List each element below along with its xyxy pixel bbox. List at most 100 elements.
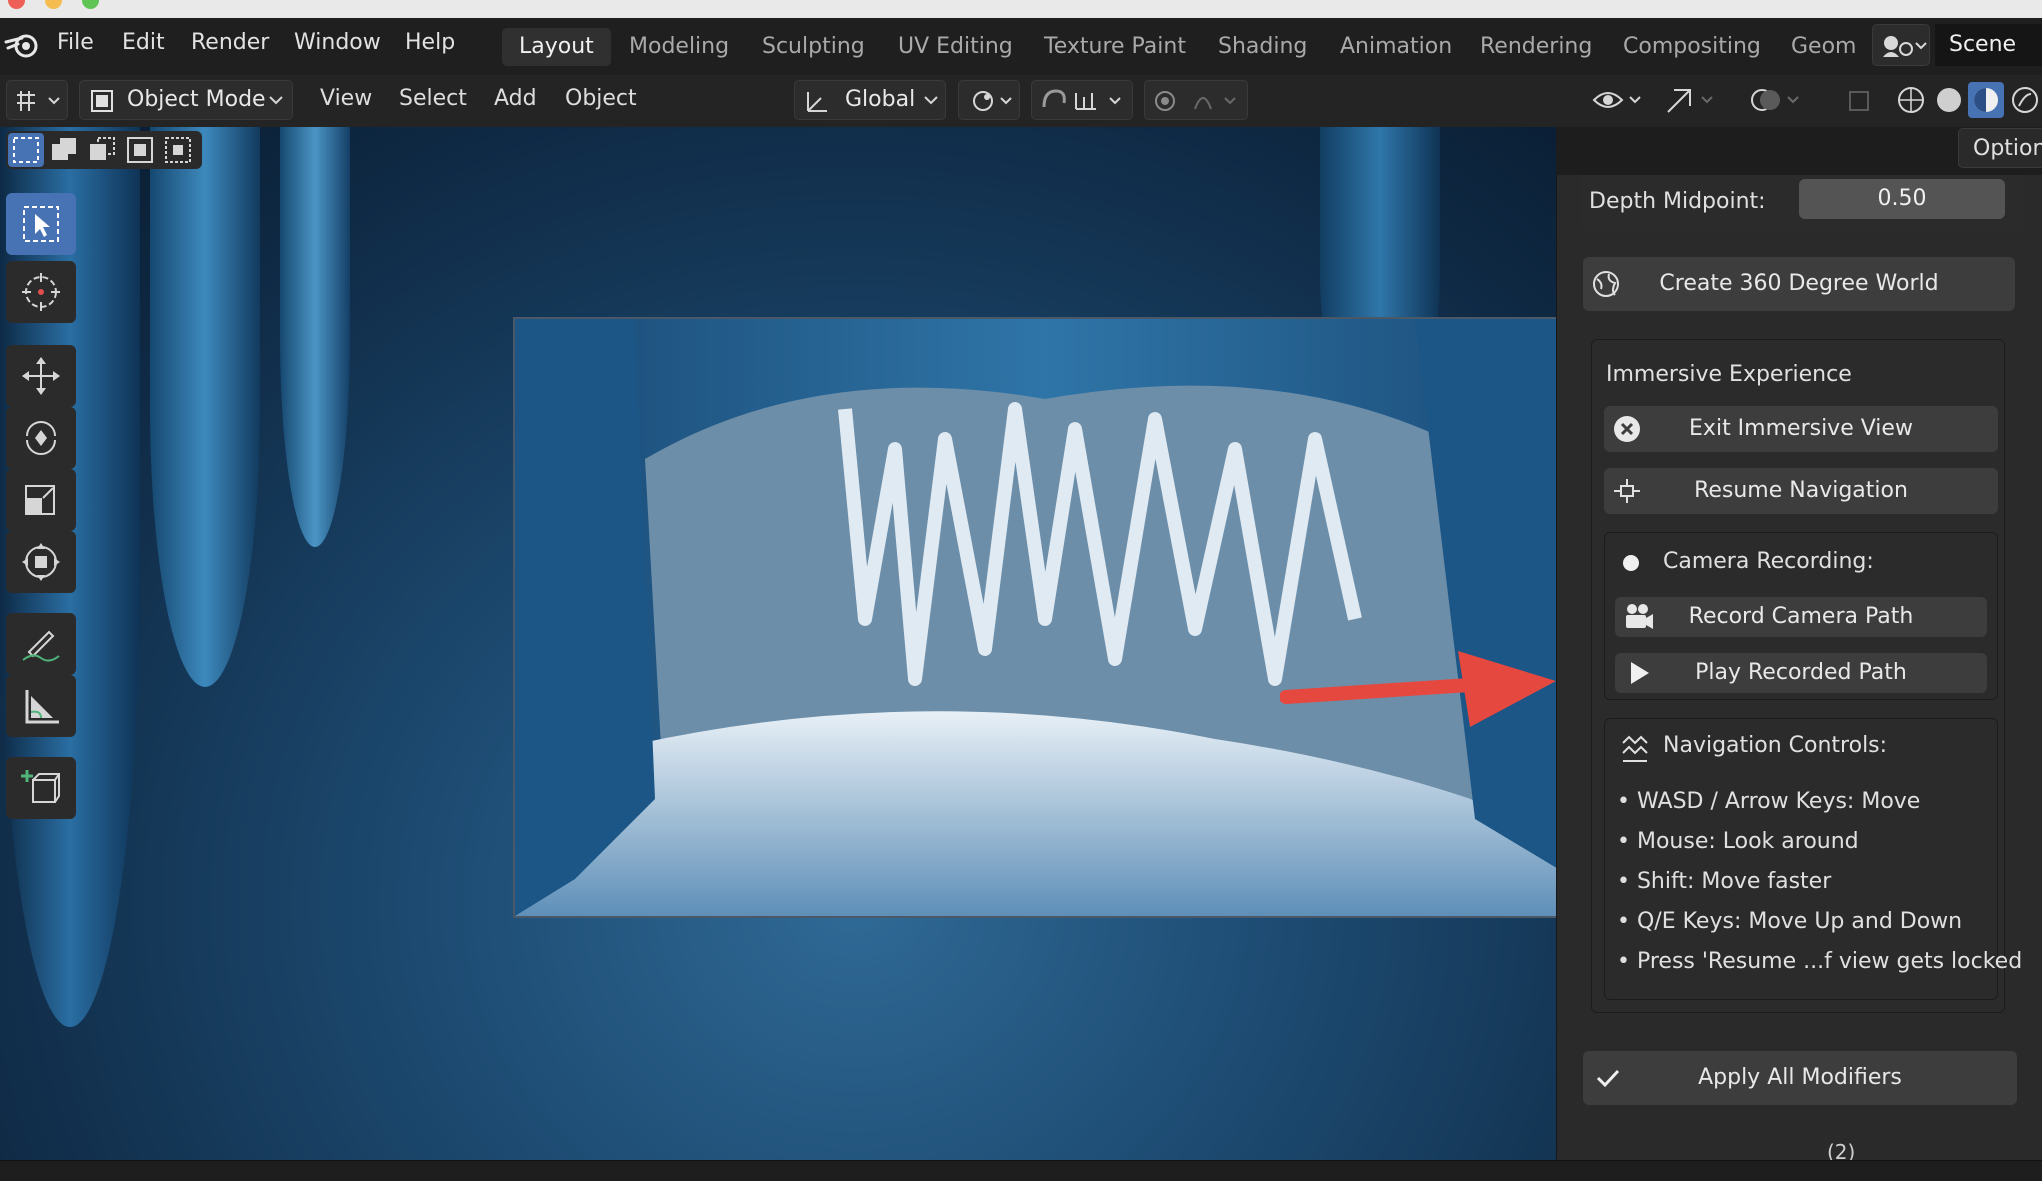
mode-label: Object Mode: [127, 87, 266, 112]
overlays-icon[interactable]: [1746, 80, 1806, 120]
shading-mode-group: [1892, 80, 2042, 120]
scale-tool[interactable]: [6, 469, 76, 531]
annotation-arrow-icon: [1280, 651, 1556, 727]
tab-uv-editing[interactable]: UV Editing: [881, 28, 1030, 66]
play-recorded-path-label: Play Recorded Path: [1695, 660, 1907, 685]
mode-selector[interactable]: Object Mode: [79, 80, 293, 120]
apply-all-modifiers-button[interactable]: Apply All Modifiers: [1583, 1051, 2017, 1105]
visibility-eye-icon[interactable]: [1588, 80, 1648, 120]
add-cube-tool[interactable]: [6, 757, 76, 819]
tab-shading[interactable]: Shading: [1201, 28, 1324, 66]
nav-help-line: • Mouse: Look around: [1617, 829, 1859, 854]
top-menu-bar: File Edit Render Window Help Layout Mode…: [0, 18, 2042, 76]
select-intersect-icon[interactable]: [160, 133, 196, 167]
3d-viewport[interactable]: [0, 127, 1556, 1160]
tab-sculpting[interactable]: Sculpting: [745, 28, 882, 66]
resume-navigation-button[interactable]: Resume Navigation: [1604, 468, 1998, 514]
exit-immersive-view-button[interactable]: Exit Immersive View: [1604, 406, 1998, 452]
tab-layout[interactable]: Layout: [502, 28, 611, 66]
select-subtract-icon[interactable]: [84, 133, 120, 167]
depth-midpoint-label: Depth Midpoint:: [1589, 189, 1766, 214]
snapping-button[interactable]: [1031, 80, 1133, 120]
immersive-experience-title: Immersive Experience: [1606, 362, 1852, 387]
menu-render[interactable]: Render: [191, 30, 269, 55]
menu-add[interactable]: Add: [494, 80, 537, 118]
menu-window[interactable]: Window: [294, 30, 381, 55]
select-extend-icon[interactable]: [46, 133, 82, 167]
options-button[interactable]: Option: [1958, 128, 2042, 168]
object-mode-icon: [88, 87, 116, 115]
menu-file[interactable]: File: [57, 30, 94, 55]
proportional-editing-button[interactable]: [1144, 80, 1248, 120]
transform-tool[interactable]: [6, 531, 76, 593]
movie-camera-icon: [1623, 602, 1655, 632]
maximize-window-button[interactable]: [82, 0, 99, 9]
measure-tool[interactable]: [6, 675, 76, 737]
camera-frame-preview: [513, 317, 1556, 918]
rendered-shading-icon[interactable]: [2006, 80, 2042, 120]
tab-geometry-nodes[interactable]: Geom: [1774, 28, 1869, 66]
chevron-down-icon: [268, 89, 284, 111]
menu-select[interactable]: Select: [399, 80, 467, 118]
tab-modeling[interactable]: Modeling: [612, 28, 746, 66]
checkmark-icon: [1595, 1065, 1621, 1091]
transform-orientation-selector[interactable]: Global: [794, 80, 946, 120]
apply-all-modifiers-label: Apply All Modifiers: [1698, 1065, 1902, 1090]
wireframe-shading-icon[interactable]: [1892, 80, 1930, 120]
record-camera-path-label: Record Camera Path: [1688, 604, 1914, 629]
annotate-tool[interactable]: [6, 613, 76, 675]
scene-name-field[interactable]: Scene: [1935, 24, 2042, 66]
navigation-controls-box: Navigation Controls: • WASD / Arrow Keys…: [1604, 718, 2022, 1000]
editor-type-button[interactable]: [6, 80, 68, 120]
menu-help[interactable]: Help: [405, 30, 455, 55]
icicle: [280, 127, 350, 547]
immersive-experience-box: Immersive Experience Exit Immersive View…: [1591, 339, 2022, 1013]
orientation-axes-icon: [803, 87, 831, 115]
close-window-button[interactable]: [8, 0, 25, 9]
record-camera-path-button[interactable]: Record Camera Path: [1615, 597, 1987, 637]
camera-recording-box: Camera Recording: Record Camera Path Pla…: [1604, 532, 1998, 700]
tab-animation[interactable]: Animation: [1323, 28, 1469, 66]
create-360-world-button[interactable]: Create 360 Degree World: [1583, 257, 2015, 311]
material-preview-icon[interactable]: [1968, 82, 2004, 118]
select-invert-icon[interactable]: [122, 133, 158, 167]
rotate-tool[interactable]: [6, 407, 76, 469]
addon-sidebar-panel: Depth Midpoint: 0.50 Create 360 Degree W…: [1556, 175, 2042, 1160]
menu-view[interactable]: View: [320, 80, 372, 118]
nav-help-line: • Press 'Resume ...f view gets locked: [1617, 949, 2023, 974]
menu-object[interactable]: Object: [565, 80, 637, 118]
move-tool[interactable]: [6, 345, 76, 407]
camera-recording-label: Camera Recording:: [1663, 549, 1874, 574]
solid-shading-icon[interactable]: [1930, 80, 1968, 120]
selection-mode-group: [6, 131, 202, 169]
orientation-label: Global: [845, 87, 916, 112]
tab-compositing[interactable]: Compositing: [1606, 28, 1778, 66]
minimize-window-button[interactable]: [45, 0, 62, 9]
gizmo-icon[interactable]: [1660, 80, 1720, 120]
ice-cave-image: [515, 319, 1556, 916]
blender-logo-icon[interactable]: [4, 30, 40, 60]
play-icon: [1625, 659, 1653, 687]
menu-edit[interactable]: Edit: [122, 30, 165, 55]
viewport-header: Object Mode View Select Add Object Globa…: [0, 75, 2042, 127]
chevron-down-icon: [923, 89, 939, 111]
utility-tools-count: (2): [1827, 1140, 1856, 1160]
play-recorded-path-button[interactable]: Play Recorded Path: [1615, 653, 1987, 693]
select-box-tool[interactable]: [6, 193, 76, 255]
pivot-point-button[interactable]: [958, 80, 1020, 120]
icicle: [150, 127, 260, 687]
world-icon: [1591, 269, 1621, 299]
navigation-controls-label: Navigation Controls:: [1663, 733, 1888, 758]
cursor-tool[interactable]: [6, 261, 76, 323]
tab-texture-paint[interactable]: Texture Paint: [1027, 28, 1203, 66]
select-new-icon[interactable]: [8, 133, 44, 167]
navigation-view-icon: [1612, 476, 1642, 506]
resume-navigation-label: Resume Navigation: [1694, 478, 1908, 503]
tab-rendering[interactable]: Rendering: [1463, 28, 1609, 66]
window-title-strip: [0, 0, 2042, 18]
xray-toggle-icon[interactable]: [1844, 80, 1874, 120]
depth-row: Depth Midpoint: 0.50: [1581, 175, 2025, 231]
depth-midpoint-field[interactable]: 0.50: [1799, 179, 2005, 219]
scene-selector-button[interactable]: [1872, 24, 1930, 66]
navigation-controls-icon: [1619, 733, 1651, 763]
